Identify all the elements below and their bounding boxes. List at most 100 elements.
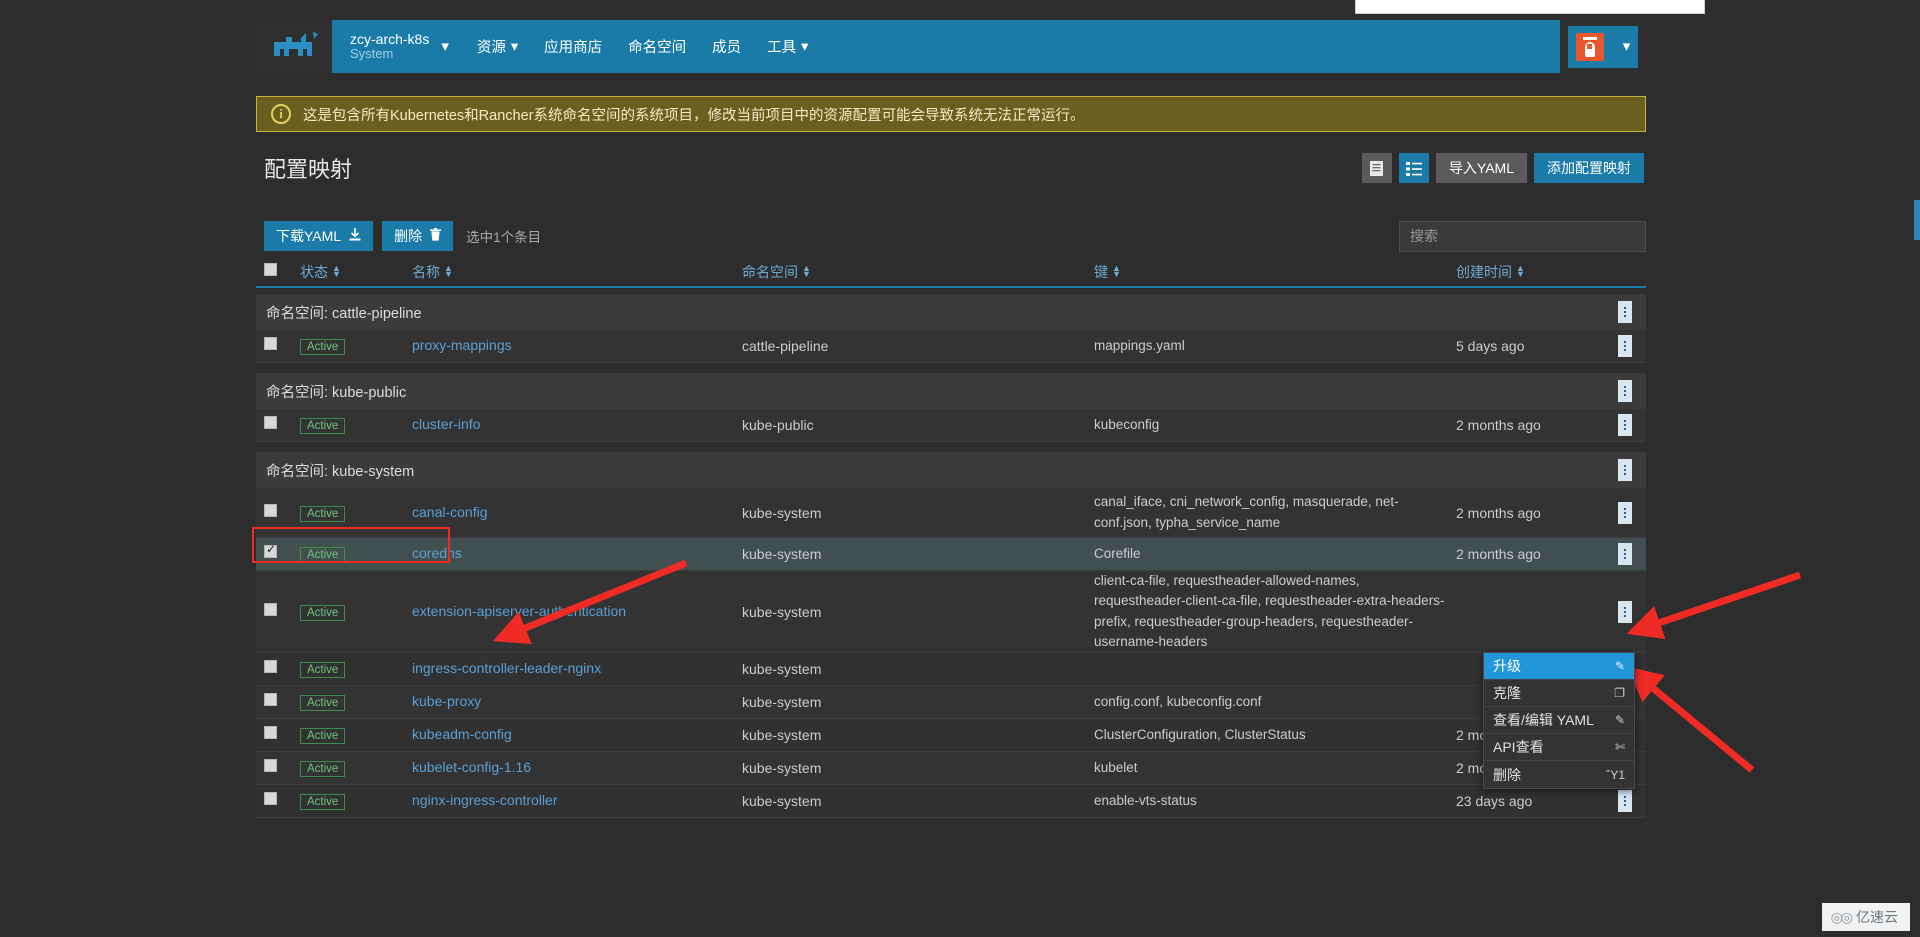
nav-item-tools[interactable]: 工具 ▾ [767, 36, 808, 57]
row-namespace-cell: kube-system [742, 546, 822, 562]
add-configmap-button[interactable]: 添加配置映射 [1534, 153, 1644, 183]
row-select-cell [264, 759, 300, 777]
configmap-name-link[interactable]: coredns [412, 545, 462, 561]
column-header-name[interactable]: 名称 ▲ ▼ [412, 262, 742, 282]
select-all-cell [264, 263, 300, 281]
namespace-group-header: 命名空间: kube-public [256, 373, 1646, 409]
row-checkbox[interactable] [264, 337, 277, 350]
chevron-down-icon: ▾ [510, 38, 519, 55]
group-actions-menu-button[interactable] [1618, 301, 1632, 323]
nav-item-members[interactable]: 成员 [712, 36, 741, 57]
row-actions-menu-button[interactable] [1618, 335, 1632, 357]
nav-item-namespaces[interactable]: 命名空间 [628, 36, 686, 57]
row-checkbox[interactable] [264, 792, 277, 805]
table-row[interactable]: Active ingress-controller-leader-nginx kub… [256, 653, 1646, 686]
download-yaml-button[interactable]: 下载YAML [264, 221, 374, 251]
nav-links: 资源 ▾ 应用商店 命名空间 成员 工具 ▾ [462, 20, 1560, 73]
row-state-cell: Active [300, 416, 412, 434]
nav-right: ▾ [1560, 20, 1646, 73]
row-checkbox[interactable] [264, 416, 277, 429]
row-checkbox[interactable] [264, 660, 277, 673]
watermark: ◎◎ 亿速云 [1821, 903, 1910, 931]
search-input[interactable] [1399, 220, 1646, 252]
row-created-cell: 2 months ago [1456, 504, 1541, 521]
row-actions-menu-button[interactable] [1618, 414, 1632, 436]
list-group-icon[interactable] [1398, 153, 1429, 183]
row-name-cell: ingress-controller-leader-nginx [412, 660, 742, 678]
row-actions-menu-button[interactable] [1618, 790, 1632, 812]
row-select-cell [264, 337, 300, 355]
avatar [1575, 32, 1604, 61]
sort-icon: ▲ ▼ [802, 263, 811, 279]
import-yaml-button[interactable]: 导入YAML [1435, 153, 1527, 183]
rancher-cow-logo[interactable] [256, 20, 332, 73]
context-menu-item-label: 克隆 [1493, 685, 1521, 701]
context-menu-item[interactable]: 升级 ✎ [1484, 653, 1634, 680]
row-name-cell: cluster-info [412, 416, 742, 434]
configmap-name-link[interactable]: proxy-mappings [412, 337, 512, 353]
row-keys-cell: client-ca-file, requestheader-allowed-na… [1094, 573, 1445, 649]
row-checkbox[interactable] [264, 759, 277, 772]
row-keys-cell: enable-vts-status [1094, 792, 1197, 808]
row-actions-menu-button[interactable] [1618, 600, 1632, 623]
row-actions-menu-button[interactable] [1618, 543, 1632, 565]
row-namespace-cell: cattle-pipeline [742, 338, 829, 354]
row-name-cell: coredns [412, 545, 742, 563]
selected-count-label: 选中1个条目 [466, 230, 542, 245]
row-actions-menu-button[interactable] [1618, 501, 1632, 524]
column-header-keys[interactable]: 键 ▲ ▼ [1094, 262, 1456, 282]
table-row[interactable]: Active coredns kube-system Corefile 2 months… [256, 538, 1646, 571]
table-row[interactable]: Active nginx-ingress-controller kube-syste… [256, 785, 1646, 818]
table-row[interactable]: Active kubelet-config-1.16 kube-system kube… [256, 752, 1646, 785]
group-actions-menu-button[interactable] [1618, 380, 1632, 402]
configmap-name-link[interactable]: canal-config [412, 504, 488, 520]
nav-item-resources[interactable]: 资源 ▾ [477, 36, 518, 57]
context-menu-item[interactable]: 查看/编辑 YAML ✎ [1484, 707, 1634, 734]
configmap-name-link[interactable]: cluster-info [412, 416, 480, 432]
configmap-name-link[interactable]: kubeadm-config [412, 726, 512, 742]
top-navigation-bar: zcy-arch-k8s System ▾ 资源 ▾ 应用商店 命名空间 成员 … [256, 20, 1646, 73]
table-row[interactable]: Active proxy-mappings cattle-pipeline mappi… [256, 330, 1646, 363]
column-header-created[interactable]: 创建时间 ▲ ▼ [1456, 262, 1606, 282]
row-name-cell: extension-apiserver-authentication [412, 603, 742, 621]
configmap-name-link[interactable]: kube-proxy [412, 693, 481, 709]
column-header-state[interactable]: 状态 ▲ ▼ [300, 262, 412, 282]
table-row[interactable]: Active extension-apiserver-authentication… [256, 571, 1646, 653]
row-created-cell: 23 days ago [1456, 793, 1533, 809]
context-menu-item[interactable]: 克隆 ❐ [1484, 680, 1634, 707]
row-context-menu: 升级 ✎ 克隆 ❐ 查看/编辑 YAML ✎ API查看 ✄ 删除 Ὕ1 [1483, 652, 1635, 789]
status-badge: Active [300, 794, 346, 810]
context-menu-item[interactable]: 删除 Ὕ1 [1484, 761, 1634, 788]
document-icon[interactable] [1361, 153, 1392, 183]
table-row[interactable]: Active kubeadm-config kube-system ClusterCo… [256, 719, 1646, 752]
namespace-group-header: 命名空间: kube-system [256, 452, 1646, 488]
configmap-name-link[interactable]: nginx-ingress-controller [412, 792, 558, 808]
status-badge: Active [300, 662, 346, 678]
table-row[interactable]: Active cluster-info kube-public kubeconfig 2… [256, 409, 1646, 442]
context-menu-item[interactable]: API查看 ✄ [1484, 734, 1634, 761]
select-all-checkbox[interactable] [264, 263, 277, 276]
row-checkbox[interactable] [264, 602, 277, 616]
row-select-cell [264, 726, 300, 744]
delete-selected-button[interactable]: 删除 [382, 221, 454, 251]
configmap-name-link[interactable]: kubelet-config-1.16 [412, 759, 531, 775]
row-keys-cell: kubelet [1094, 759, 1138, 775]
row-checkbox[interactable] [264, 726, 277, 739]
row-namespace-cell: kube-system [742, 727, 822, 743]
row-checkbox[interactable] [264, 503, 277, 517]
configmap-name-link[interactable]: ingress-controller-leader-nginx [412, 660, 601, 676]
app-root: zcy-arch-k8s System ▾ 资源 ▾ 应用商店 命名空间 成员 … [0, 0, 1920, 937]
column-header-namespace[interactable]: 命名空间 ▲ ▼ [742, 262, 1094, 282]
status-badge: Active [300, 418, 346, 434]
row-checkbox[interactable] [264, 543, 277, 558]
status-badge: Active [300, 547, 346, 563]
table-row[interactable]: Active canal-config kube-system canal_iface… [256, 488, 1646, 538]
watermark-glyph: ◎◎ [1830, 908, 1853, 925]
nav-item-apps[interactable]: 应用商店 [544, 36, 602, 57]
table-row[interactable]: Active kube-proxy kube-system config.conf, … [256, 686, 1646, 719]
row-checkbox[interactable] [264, 693, 277, 706]
cluster-project-selector[interactable]: zcy-arch-k8s System ▾ [332, 20, 463, 73]
group-actions-menu-button[interactable] [1618, 459, 1632, 481]
configmap-name-link[interactable]: extension-apiserver-authentication [412, 603, 626, 619]
user-menu-button[interactable]: ▾ [1568, 25, 1638, 68]
